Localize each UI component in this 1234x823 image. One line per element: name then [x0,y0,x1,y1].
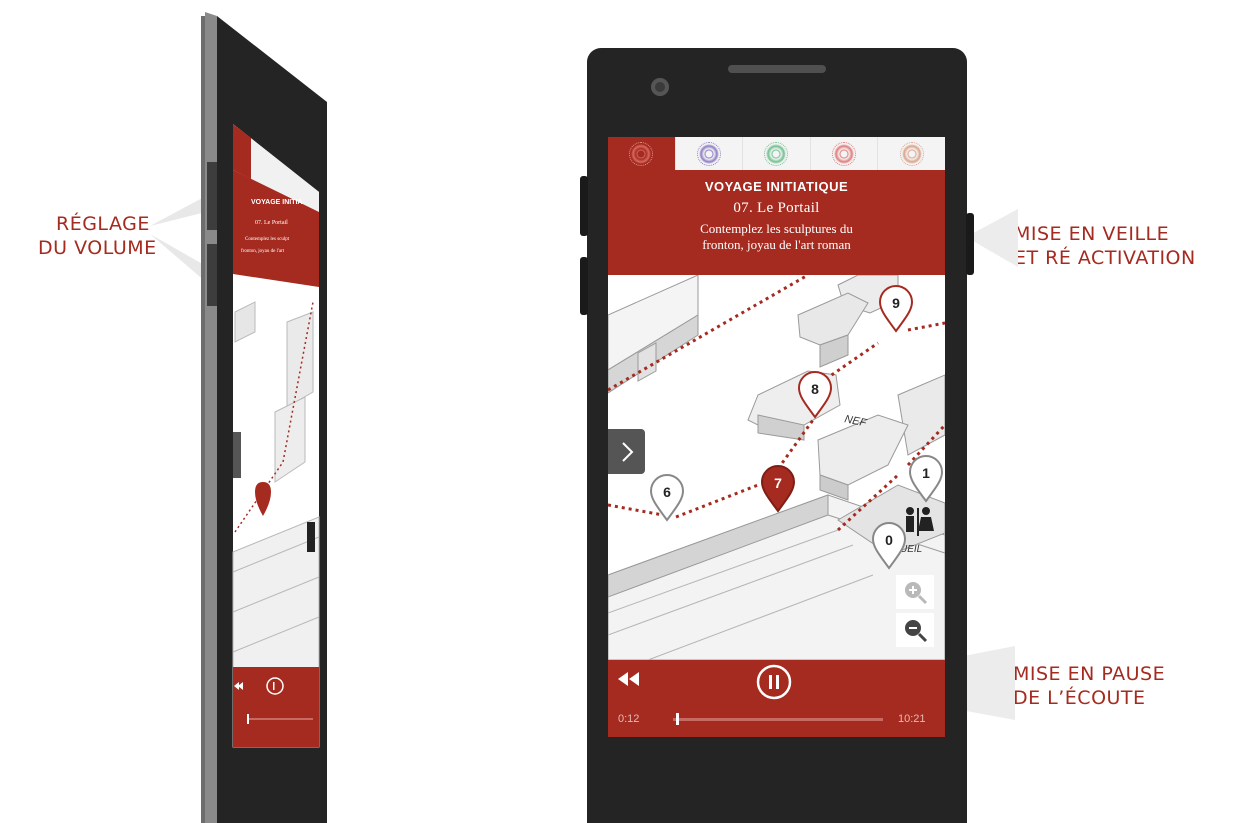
tab-tour-3[interactable] [743,137,811,170]
marker-number: 6 [663,484,671,500]
zoom-in-icon [905,582,928,605]
chevron-right-icon [621,441,633,462]
site-map[interactable]: UEIL NEF 9 8 7 6 1 0 [608,273,945,661]
svg-text:VOYAGE INITIA: VOYAGE INITIA [251,199,302,206]
svg-text:fronton, joyau de l'art: fronton, joyau de l'art [241,249,285,254]
zoom-out-button[interactable] [896,613,934,647]
tab-tour-1[interactable] [608,137,676,170]
pause-icon [756,664,792,700]
pause-callout-line1: MISE EN PAUSE [1013,663,1166,685]
side-volume-down-button[interactable] [207,244,217,306]
speaker-grille [728,65,826,73]
svg-text:07. Le Portail: 07. Le Portail [255,220,288,226]
tour-tabs [608,137,945,170]
rewind-button[interactable] [616,670,642,688]
volume-callout-line1: RÉGLAGE [56,213,150,235]
power-button[interactable] [966,213,974,275]
elapsed-time: 0:12 [618,713,640,725]
pause-callout-line2: DE L’ÉCOUTE [1013,687,1146,709]
volume-down-button[interactable] [580,257,588,315]
progress-track[interactable] [673,718,883,721]
sleep-callout-line2: ET RÉ ACTIVATION [1014,247,1196,269]
pause-callout: MISE EN PAUSE DE L’ÉCOUTE [1013,662,1165,710]
map-marker-0[interactable]: 0 [871,522,907,575]
app-screen: VOYAGE INITIATIQUE 07. Le Portail Contem… [608,137,945,737]
marker-number: 0 [885,532,893,548]
nave-label: NEF [843,413,868,430]
pause-button[interactable] [756,664,792,700]
tab-tour-2[interactable] [675,137,744,170]
volume-callout-line2: DU VOLUME [38,237,157,259]
zoom-in-button[interactable] [896,575,934,609]
tour-title: VOYAGE INITIATIQUE [704,179,849,194]
map-marker-9[interactable]: 9 [878,285,914,338]
volume-callout: RÉGLAGE DU VOLUME [38,212,157,260]
front-camera [651,78,669,96]
stop-description: Contemplez les sculptures du fronton, jo… [608,221,945,253]
rosette-icon [899,141,924,166]
stop-title: 07. Le Portail [733,200,820,216]
zoom-out-icon [905,620,928,643]
audio-player: 0:12 10:21 [608,660,945,737]
marker-number: 9 [892,295,900,311]
sleep-pointer [966,209,1018,267]
tab-tour-5[interactable] [878,137,945,170]
stop-description-line2: fronton, joyau de l'art roman [702,237,851,252]
stop-header: VOYAGE INITIATIQUE 07. Le Portail Contem… [608,170,945,275]
svg-text:Contemplez les sculpt: Contemplez les sculpt [245,237,290,242]
rosette-icon [629,141,654,166]
map-marker-7[interactable]: 7 [760,465,802,518]
marker-number: 1 [922,465,930,481]
stop-description-line1: Contemplez les sculptures du [700,221,853,236]
expand-panel-button[interactable] [608,429,645,474]
marker-number: 8 [811,381,819,397]
marker-number: 7 [774,475,782,491]
total-time: 10:21 [898,713,926,725]
rosette-icon [764,141,789,166]
map-marker-8[interactable]: 8 [797,371,833,424]
sleep-callout-line1: MISE EN VEILLE [1014,223,1170,245]
side-phone: VOYAGE INITIA 07. Le Portail Contemplez … [201,12,327,823]
rosette-icon [832,141,857,166]
rosette-icon [696,141,721,166]
phone-bottom-bezel [587,737,967,823]
side-expand-button [233,432,241,478]
rewind-icon [618,672,639,686]
tab-tour-4[interactable] [810,137,879,170]
side-volume-up-button[interactable] [207,162,217,230]
map-marker-6[interactable]: 6 [649,474,685,527]
progress-scrubber[interactable] [676,713,680,725]
volume-up-button[interactable] [580,176,588,236]
map-marker-1[interactable]: 1 [908,455,944,508]
sleep-callout: MISE EN VEILLE ET RÉ ACTIVATION [1014,222,1196,270]
